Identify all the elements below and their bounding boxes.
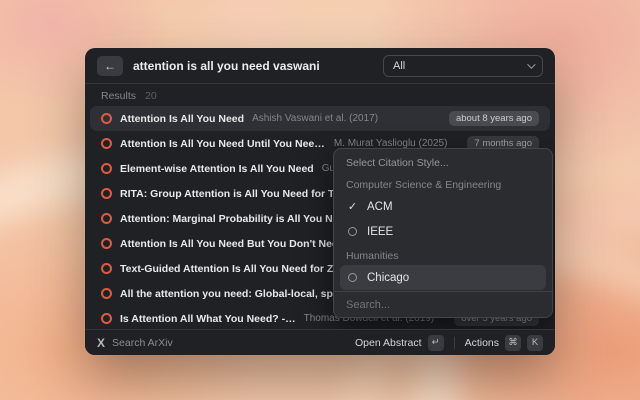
citation-section-header: Humanities [334,244,552,265]
citation-item-ieee[interactable]: IEEE [340,219,546,244]
cmd-key-icon: ⌘ [505,335,521,351]
arxiv-ring-icon [101,188,112,199]
results-count: 20 [145,90,157,102]
citation-search-bar [334,291,552,317]
launcher-window: ← attention is all you need vaswani All … [85,48,555,355]
citation-item-label: IEEE [367,226,393,238]
citation-search-input[interactable] [346,299,540,311]
result-author: Ashish Vaswani et al. (2017) [252,113,378,124]
radio-circle-icon [348,227,357,236]
results-label: Results [101,90,136,102]
open-abstract-button[interactable]: Open Abstract ↵ [355,335,444,351]
citation-item-acm[interactable]: ✓ ACM [340,194,546,219]
citation-style-panel: Select Citation Style... Computer Scienc… [333,148,553,318]
back-arrow-icon: ← [104,59,116,73]
k-key-icon: K [527,335,543,351]
actions-label: Actions [465,337,499,349]
citation-item-label: Chicago [367,272,409,284]
back-button[interactable]: ← [97,56,123,76]
result-title: Element-wise Attention Is All You Need [120,163,314,175]
citation-item-chicago[interactable]: Chicago [340,265,546,290]
result-title: Attention Is All You Need Until You Need… [120,138,326,150]
category-dropdown[interactable]: All [383,55,543,77]
arxiv-ring-icon [101,138,112,149]
citation-section-header: Computer Science & Engineering [334,173,552,194]
open-abstract-label: Open Abstract [355,337,422,349]
result-title: Is Attention All What You Need? -- An Em… [120,313,296,325]
result-title: Attention Is All You Need [120,113,244,125]
footer-bar: X Search ArXiv Open Abstract ↵ Actions ⌘… [85,329,555,355]
check-icon: ✓ [347,200,358,213]
arxiv-ring-icon [101,288,112,299]
arxiv-logo-icon: X [97,336,105,350]
arxiv-ring-icon [101,263,112,274]
category-dropdown-value: All [393,60,405,72]
footer-divider [454,337,455,349]
result-title: Attention: Marginal Probability is All Y… [120,213,357,225]
arxiv-ring-icon [101,313,112,324]
enter-key-icon: ↵ [428,335,444,351]
chevron-down-icon [527,60,535,68]
citation-item-label: ACM [367,201,393,213]
arxiv-ring-icon [101,163,112,174]
footer-app-name: Search ArXiv [112,337,173,349]
result-time-badge: about 8 years ago [449,111,539,126]
arxiv-ring-icon [101,213,112,224]
actions-button[interactable]: Actions ⌘ K [465,335,543,351]
radio-circle-icon [348,273,357,282]
result-row[interactable]: Attention Is All You Need Ashish Vaswani… [90,106,550,131]
search-input[interactable]: attention is all you need vaswani [133,59,373,73]
search-header: ← attention is all you need vaswani All [85,48,555,84]
citation-panel-title: Select Citation Style... [334,149,552,173]
results-section-header: Results 20 [101,90,157,102]
arxiv-ring-icon [101,238,112,249]
arxiv-ring-icon [101,113,112,124]
